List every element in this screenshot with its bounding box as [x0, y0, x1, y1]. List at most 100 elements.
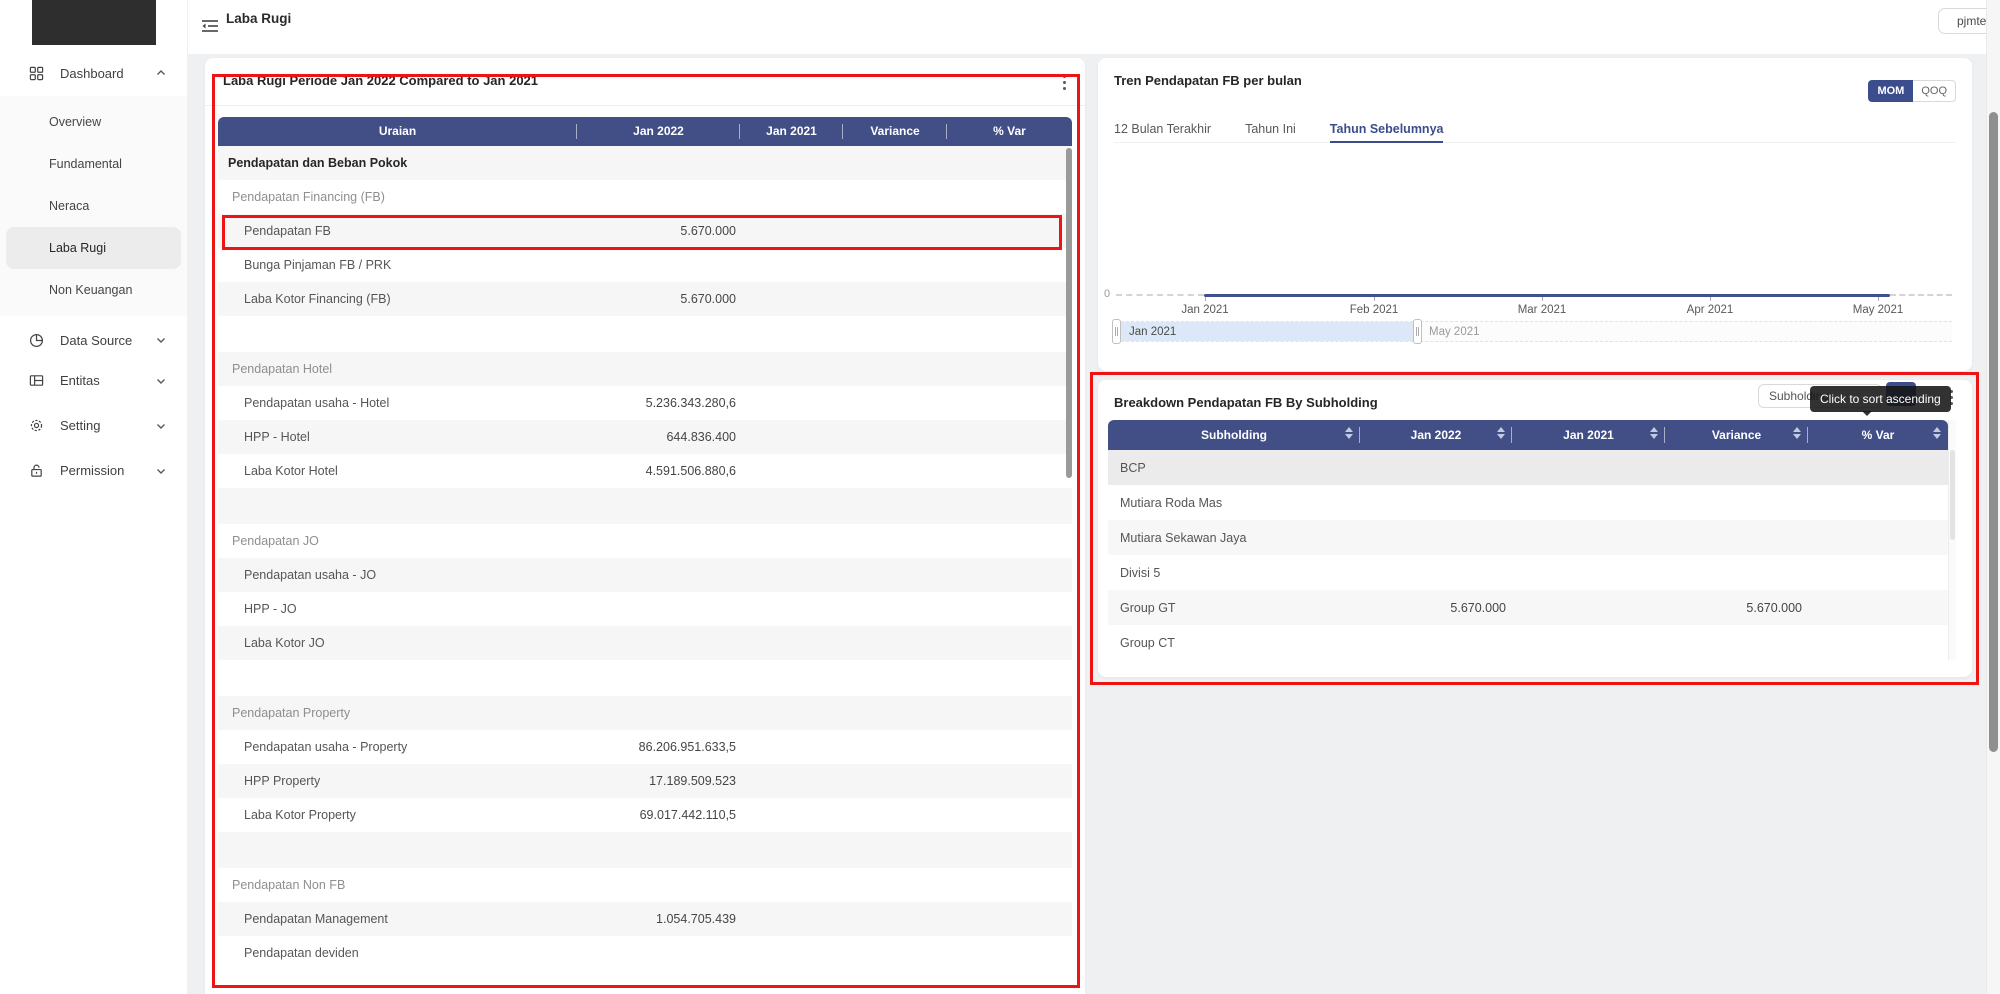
brush-handle-right[interactable]: [1413, 319, 1422, 344]
table-row-divisi-5[interactable]: Divisi 5: [1108, 555, 1948, 590]
table-spacer-row: [218, 488, 1072, 524]
cell-subholding: Divisi 5: [1108, 566, 1360, 580]
chevron-down-icon: [155, 465, 167, 477]
table-row-mutiara-roda-mas[interactable]: Mutiara Roda Mas: [1108, 485, 1948, 520]
sidebar-item-overview[interactable]: Overview: [6, 101, 181, 143]
table-row-pendapatan-hotel: Pendapatan Hotel: [218, 352, 1072, 386]
sidebar-item-neraca[interactable]: Neraca: [6, 185, 181, 227]
page-scrollbar-thumb[interactable]: [1989, 112, 1998, 752]
tab-12-bulan-terakhir[interactable]: 12 Bulan Terakhir: [1114, 118, 1211, 142]
row-label: Laba Kotor JO: [218, 636, 577, 650]
row-label: Laba Kotor Hotel: [218, 464, 577, 478]
table-scrollbar[interactable]: [1948, 420, 1956, 660]
trend-title: Tren Pendapatan FB per bulan: [1114, 58, 1302, 104]
sidebar-item-label: Permission: [60, 463, 124, 478]
sortable-column-header-jan-2021[interactable]: Jan 2021: [1512, 420, 1665, 450]
table-row-mutiara-sekawan-jaya[interactable]: Mutiara Sekawan Jaya: [1108, 520, 1948, 555]
more-options-icon[interactable]: [1055, 71, 1073, 93]
table-row-hpp-jo[interactable]: HPP - JO: [218, 592, 1072, 626]
row-label: Pendapatan Property: [218, 706, 577, 720]
cell-jan-2022: 5.670.000: [577, 224, 740, 238]
column-header-variance: Variance: [843, 117, 947, 146]
brush-handle-left[interactable]: [1112, 319, 1121, 344]
table-spacer-row: [218, 316, 1072, 352]
table-row-hpp-property[interactable]: HPP Property 17.189.509.523: [218, 764, 1072, 798]
row-label: Laba Kotor Property: [218, 808, 577, 822]
x-axis-tick: [1542, 297, 1543, 301]
sidebar-item-dashboard[interactable]: Dashboard: [0, 55, 187, 91]
row-label: HPP Property: [218, 774, 577, 788]
table-row-pendapatan-financing-fb: Pendapatan Financing (FB): [218, 180, 1072, 214]
dashboard-grid-icon: [29, 66, 44, 81]
cell-jan-2022: 86.206.951.633,5: [577, 740, 740, 754]
row-label: Pendapatan dan Beban Pokok: [218, 156, 577, 170]
sidebar-item-laba-rugi[interactable]: Laba Rugi: [6, 227, 181, 269]
column-header-uraian: Uraian: [218, 117, 577, 146]
column-header-jan-2021: Jan 2021: [740, 117, 843, 146]
sidebar-item-label: Data Source: [60, 333, 132, 348]
sidebar-item-label: Dashboard: [60, 66, 124, 81]
sidebar: Dashboard OverviewFundamentalNeracaLaba …: [0, 0, 188, 994]
income-statement-panel: Laba Rugi Periode Jan 2022 Compared to J…: [205, 58, 1085, 994]
table-row-laba-kotor-property[interactable]: Laba Kotor Property 69.017.442.110,5: [218, 798, 1072, 832]
chart-brush[interactable]: Jan 2021 May 2021: [1116, 321, 1952, 342]
cell-jan-2022: 4.591.506.880,6: [577, 464, 740, 478]
sortable-column-header-subholding[interactable]: Subholding: [1108, 420, 1360, 450]
row-label: Pendapatan usaha - Hotel: [218, 396, 577, 410]
table-row-laba-kotor-hotel[interactable]: Laba Kotor Hotel 4.591.506.880,6: [218, 454, 1072, 488]
cell-subholding: Group GT: [1108, 601, 1360, 615]
cell-subholding: Mutiara Roda Mas: [1108, 496, 1360, 510]
table-body: Pendapatan dan Beban Pokok Pendapatan Fi…: [218, 146, 1072, 970]
cell-subholding: BCP: [1108, 461, 1360, 475]
table-row-pendapatan-jo: Pendapatan JO: [218, 524, 1072, 558]
x-axis-tick: [1878, 297, 1879, 301]
row-label: Pendapatan Financing (FB): [218, 190, 577, 204]
x-axis-tick: [1374, 297, 1375, 301]
chevron-down-icon: [155, 420, 167, 432]
sidebar-item-fundamental[interactable]: Fundamental: [6, 143, 181, 185]
table-row-hpp-hotel[interactable]: HPP - Hotel 644.836.400: [218, 420, 1072, 454]
table-row-pendapatan-management[interactable]: Pendapatan Management 1.054.705.439: [218, 902, 1072, 936]
table-row-pendapatan-deviden[interactable]: Pendapatan deviden: [218, 936, 1072, 970]
sidebar-item-non-keuangan[interactable]: Non Keuangan: [6, 269, 181, 311]
cell-subholding: Group CT: [1108, 636, 1360, 650]
sidebar-item-permission[interactable]: Permission: [0, 448, 187, 493]
sortable-column-header-var[interactable]: % Var: [1808, 420, 1948, 450]
sidebar-item-entitas[interactable]: Entitas: [0, 358, 187, 403]
table-scrollbar[interactable]: [1066, 148, 1072, 478]
table-row-group-ct[interactable]: Group CT: [1108, 625, 1948, 660]
page-scrollbar[interactable]: [1986, 0, 2000, 994]
table-row-pendapatan-usaha-property[interactable]: Pendapatan usaha - Property 86.206.951.6…: [218, 730, 1072, 764]
table-row-bcp[interactable]: BCP: [1108, 450, 1948, 485]
row-label: Pendapatan JO: [218, 534, 577, 548]
sortable-column-header-variance[interactable]: Variance: [1665, 420, 1808, 450]
x-axis-label: Mar 2021: [1507, 304, 1577, 316]
table-row-pendapatan-dan-beban-pokok: Pendapatan dan Beban Pokok: [218, 146, 1072, 180]
sortable-column-header-jan-2022[interactable]: Jan 2022: [1360, 420, 1512, 450]
cell-variance: 5.670.000: [1665, 601, 1808, 615]
table-row-pendapatan-fb[interactable]: Pendapatan FB 5.670.000: [218, 214, 1072, 248]
x-axis-label: Jan 2021: [1170, 304, 1240, 316]
toggle-mom-button[interactable]: MOM: [1868, 80, 1913, 102]
row-label: Pendapatan Non FB: [218, 878, 577, 892]
x-axis-label: Feb 2021: [1339, 304, 1409, 316]
pie-chart-icon: [29, 333, 44, 348]
table-row-laba-kotor-jo[interactable]: Laba Kotor JO: [218, 626, 1072, 660]
table-body: BCP Mutiara Roda Mas Mutiara Sekawan Jay…: [1108, 450, 1948, 660]
row-label: HPP - JO: [218, 602, 577, 616]
table-row-bunga-pinjaman-fb-prk[interactable]: Bunga Pinjaman FB / PRK: [218, 248, 1072, 282]
row-label: HPP - Hotel: [218, 430, 577, 444]
row-label: Bunga Pinjaman FB / PRK: [218, 258, 577, 272]
tab-tahun-ini[interactable]: Tahun Ini: [1245, 118, 1296, 142]
tab-tahun-sebelumnya[interactable]: Tahun Sebelumnya: [1330, 118, 1444, 142]
table-row-group-gt[interactable]: Group GT 5.670.000 5.670.000: [1108, 590, 1948, 625]
table-row-pendapatan-usaha-jo[interactable]: Pendapatan usaha - JO: [218, 558, 1072, 592]
x-axis-tick: [1205, 297, 1206, 301]
table-row-pendapatan-usaha-hotel[interactable]: Pendapatan usaha - Hotel 5.236.343.280,6: [218, 386, 1072, 420]
toggle-qoq-button[interactable]: QOQ: [1913, 80, 1956, 102]
menu-fold-icon[interactable]: [201, 17, 219, 35]
sidebar-item-label: Setting: [60, 418, 100, 433]
sidebar-item-data-source[interactable]: Data Source: [0, 322, 187, 358]
table-row-laba-kotor-financing-fb[interactable]: Laba Kotor Financing (FB) 5.670.000: [218, 282, 1072, 316]
sidebar-item-setting[interactable]: Setting: [0, 403, 187, 448]
